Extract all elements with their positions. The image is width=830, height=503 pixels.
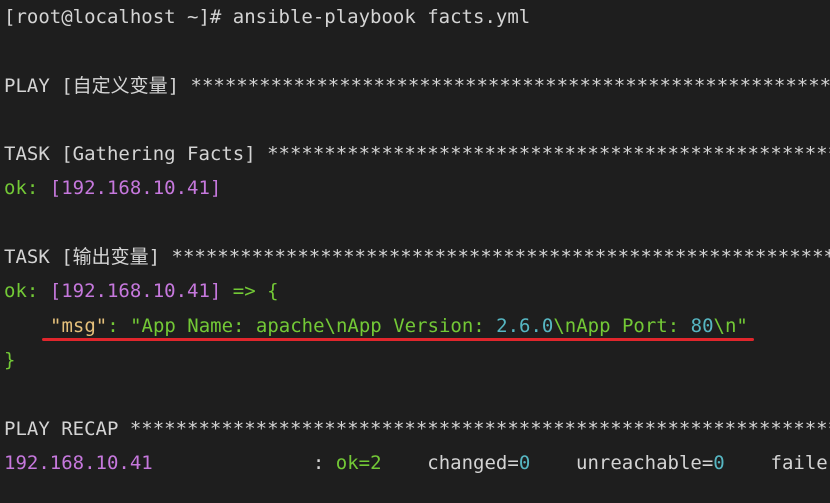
msg-colon: :: [107, 314, 131, 337]
arrow-brace: => {: [221, 280, 279, 303]
closing-brace-line: }: [0, 343, 830, 377]
shell-prompt: [root@localhost ~]#: [4, 6, 233, 28]
play-header: PLAY [自定义变量] ***************************…: [0, 69, 830, 103]
recap-changed-value: 0: [518, 451, 531, 474]
ok-status: ok:: [4, 177, 50, 200]
msg-value-part3: \n": [713, 314, 748, 337]
task-header-label: TASK [输出变量]: [4, 246, 172, 269]
command-text: ansible-playbook facts.yml: [232, 6, 531, 28]
recap-failed-label: faile: [724, 451, 828, 474]
terminal-window[interactable]: [root@localhost ~]# ansible-playbook fac…: [0, 0, 830, 503]
play-header-label: PLAY [自定义变量]: [4, 74, 191, 97]
msg-port: 80: [690, 314, 714, 337]
closing-brace: }: [4, 348, 16, 371]
task-header-stars: ****************************************…: [171, 246, 830, 269]
recap-host: 192.168.10.41: [4, 451, 153, 474]
task-header-output-vars: TASK [输出变量] ****************************…: [0, 240, 830, 274]
host-address: [192.168.10.41]: [49, 280, 222, 303]
recap-header: PLAY RECAP *****************************…: [0, 412, 830, 446]
red-annotation-underline: [42, 338, 754, 341]
recap-unreachable-label: unreachable=: [530, 451, 714, 474]
recap-row: 192.168.10.41 : ok=2 changed=0 unreachab…: [0, 446, 830, 480]
task-result-gathering-facts: ok: [192.168.10.41]: [0, 171, 830, 205]
task-result-output-vars: ok: [192.168.10.41] => {: [0, 274, 830, 308]
recap-header-stars: ****************************************…: [129, 417, 830, 440]
play-header-stars: ****************************************…: [190, 74, 830, 97]
command-line: [root@localhost ~]# ansible-playbook fac…: [0, 0, 830, 34]
recap-unreachable-value: 0: [713, 451, 725, 474]
msg-version: 2.6.0: [496, 314, 554, 337]
task-header-label: TASK [Gathering Facts]: [4, 143, 268, 166]
msg-key: "msg": [50, 314, 108, 337]
msg-value-part2: \nApp Port:: [553, 314, 691, 337]
recap-spacing: :: [152, 451, 336, 474]
ok-status: ok:: [4, 280, 50, 303]
recap-ok-value: 2: [370, 451, 382, 474]
recap-changed-label: changed=: [381, 451, 519, 474]
msg-value-part1: "App Name: apache\nApp Version:: [130, 314, 497, 337]
task-header-gathering-facts: TASK [Gathering Facts] *****************…: [0, 137, 830, 171]
host-address: [192.168.10.41]: [49, 177, 222, 200]
recap-ok-label: ok=: [335, 451, 371, 474]
recap-header-label: PLAY RECAP: [4, 417, 130, 440]
task-header-stars: ****************************************…: [267, 143, 830, 166]
